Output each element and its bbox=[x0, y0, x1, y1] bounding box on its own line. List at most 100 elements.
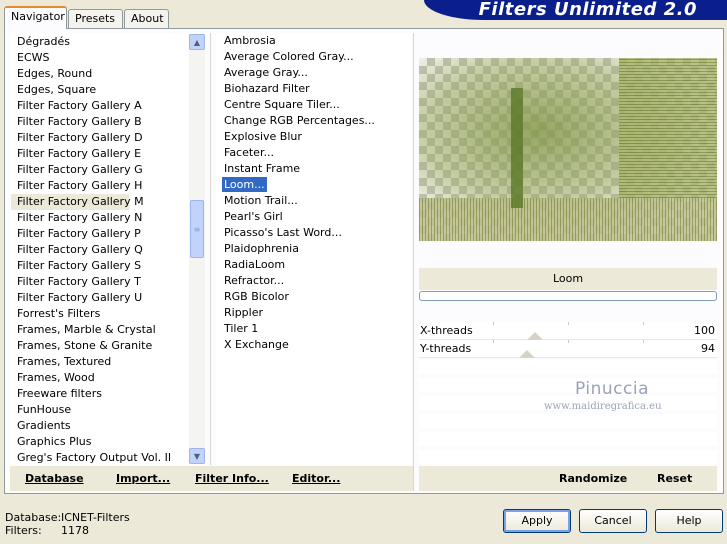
filter-item[interactable]: RGB Bicolor bbox=[216, 289, 412, 305]
slider-tick bbox=[643, 322, 644, 325]
category-item[interactable]: Frames, Marble & Crystal bbox=[11, 322, 204, 338]
slider-thumb-icon[interactable] bbox=[527, 332, 543, 340]
cancel-button[interactable]: Cancel bbox=[579, 509, 647, 533]
filter-item[interactable]: Biohazard Filter bbox=[216, 81, 412, 97]
editor-button[interactable]: Editor... bbox=[292, 472, 340, 485]
filter-item[interactable]: Explosive Blur bbox=[216, 129, 412, 145]
filter-item-label: Motion Trail... bbox=[224, 194, 298, 207]
category-item[interactable]: Gradients bbox=[11, 418, 204, 434]
filter-item-label: Faceter... bbox=[224, 146, 274, 159]
category-list[interactable]: Dégradés ECWS Edges, Round Edges, Square Fil… bbox=[10, 33, 205, 465]
category-item[interactable]: Filter Factory Gallery T bbox=[11, 274, 204, 290]
category-item[interactable]: Graphics Plus bbox=[11, 434, 204, 450]
tab-presets[interactable]: Presets bbox=[68, 9, 123, 28]
watermark-name: Pinuccia bbox=[575, 379, 649, 399]
tab-navigator[interactable]: Navigator bbox=[4, 6, 67, 29]
filter-item-label: X Exchange bbox=[224, 338, 289, 351]
category-item[interactable]: Edges, Round bbox=[11, 66, 204, 82]
filter-item[interactable]: Faceter... bbox=[216, 145, 412, 161]
filter-item[interactable]: Tiler 1 bbox=[216, 321, 412, 337]
category-item[interactable]: Filter Factory Gallery D bbox=[11, 130, 204, 146]
category-item[interactable]: Frames, Textured bbox=[11, 354, 204, 370]
filter-item[interactable]: Average Colored Gray... bbox=[216, 49, 412, 65]
database-label: Database: bbox=[5, 511, 62, 524]
slider-tick bbox=[643, 340, 644, 343]
filter-item[interactable]: Centre Square Tiler... bbox=[216, 97, 412, 113]
filter-item-label: Biohazard Filter bbox=[224, 82, 310, 95]
category-item[interactable]: Greg's Factory Output Vol. II bbox=[11, 450, 204, 464]
slider-thumb-icon[interactable] bbox=[519, 350, 535, 358]
category-item[interactable]: Filter Factory Gallery P bbox=[11, 226, 204, 242]
scroll-down-arrow-icon[interactable]: ▼ bbox=[189, 448, 205, 464]
filter-item[interactable]: RadiaLoom bbox=[216, 257, 412, 273]
filter-item[interactable]: Change RGB Percentages... bbox=[216, 113, 412, 129]
scroll-thumb[interactable]: ≡ bbox=[190, 200, 204, 258]
scroll-up-arrow-icon[interactable]: ▲ bbox=[189, 34, 205, 50]
filter-item[interactable]: Pearl's Girl bbox=[216, 209, 412, 225]
randomize-button[interactable]: Randomize bbox=[559, 472, 627, 485]
filter-item-label: Loom... bbox=[222, 177, 267, 192]
category-item[interactable]: Forrest's Filters bbox=[11, 306, 204, 322]
filter-item[interactable]: X Exchange bbox=[216, 337, 412, 353]
reset-button[interactable]: Reset bbox=[657, 472, 692, 485]
filter-item-label: Centre Square Tiler... bbox=[224, 98, 340, 111]
help-button[interactable]: Help bbox=[655, 509, 723, 533]
filter-item-label: RGB Bicolor bbox=[224, 290, 289, 303]
filter-item[interactable]: Plaidophrenia bbox=[216, 241, 412, 257]
preview-texture bbox=[619, 58, 717, 198]
watermark-url: www.maidiregrafica.eu bbox=[544, 401, 662, 412]
status-info: Database:ICNET-Filters Filters: 1178 bbox=[5, 511, 130, 537]
category-item[interactable]: Filter Factory Gallery E bbox=[11, 146, 204, 162]
filter-item[interactable]: Motion Trail... bbox=[216, 193, 412, 209]
database-button[interactable]: Database bbox=[25, 472, 84, 485]
param-row-empty bbox=[419, 450, 717, 464]
filters-label: Filters: bbox=[5, 524, 42, 537]
category-item[interactable]: ECWS bbox=[11, 50, 204, 66]
preview-texture bbox=[419, 198, 717, 241]
param-y-threads[interactable]: Y-threads 94 bbox=[419, 340, 717, 358]
filter-item-label: Refractor... bbox=[224, 274, 285, 287]
category-item[interactable]: Frames, Stone & Granite bbox=[11, 338, 204, 354]
filter-item[interactable]: Picasso's Last Word... bbox=[216, 225, 412, 241]
slider-tick bbox=[493, 322, 494, 325]
filter-item-label: Rippler bbox=[224, 306, 264, 319]
category-item[interactable]: Filter Factory Gallery G bbox=[11, 162, 204, 178]
filter-item-label: Average Gray... bbox=[224, 66, 308, 79]
category-item[interactable]: Filter Factory Gallery S bbox=[11, 258, 204, 274]
filter-item[interactable]: Rippler bbox=[216, 305, 412, 321]
category-item[interactable]: Filter Factory Gallery N bbox=[11, 210, 204, 226]
tab-about[interactable]: About bbox=[124, 9, 169, 28]
param-value: 100 bbox=[694, 324, 715, 337]
category-item[interactable]: Filter Factory Gallery H bbox=[11, 178, 204, 194]
preview-toolbar: Randomize Reset bbox=[419, 466, 717, 491]
slider-tick bbox=[568, 322, 569, 325]
selected-filter-name: Loom bbox=[419, 268, 717, 290]
import-button[interactable]: Import... bbox=[116, 472, 170, 485]
filter-info-button[interactable]: Filter Info... bbox=[195, 472, 269, 485]
apply-button[interactable]: Apply bbox=[503, 509, 571, 533]
param-x-threads[interactable]: X-threads 100 bbox=[419, 322, 717, 340]
category-item[interactable]: Edges, Square bbox=[11, 82, 204, 98]
category-scrollbar[interactable]: ▲ ≡ ▼ bbox=[189, 34, 205, 464]
category-item[interactable]: Frames, Wood bbox=[11, 370, 204, 386]
category-item[interactable]: Filter Factory Gallery U bbox=[11, 290, 204, 306]
category-item[interactable]: Freeware filters bbox=[11, 386, 204, 402]
progress-bar bbox=[419, 291, 717, 301]
filter-item[interactable]: Instant Frame bbox=[216, 161, 412, 177]
filter-item[interactable]: Average Gray... bbox=[216, 65, 412, 81]
tab-label: Presets bbox=[75, 12, 116, 25]
filter-item[interactable]: Ambrosia bbox=[216, 33, 412, 49]
filter-list[interactable]: Ambrosia Average Colored Gray... Average G… bbox=[216, 33, 412, 465]
category-item[interactable]: Filter Factory Gallery A bbox=[11, 98, 204, 114]
title-banner: Filters Unlimited 2.0 bbox=[424, 0, 727, 20]
filter-item[interactable]: Loom... bbox=[216, 177, 412, 193]
filter-item-label: Instant Frame bbox=[224, 162, 301, 175]
filter-item[interactable]: Refractor... bbox=[216, 273, 412, 289]
category-item[interactable]: Filter Factory Gallery Q bbox=[11, 242, 204, 258]
category-item[interactable]: FunHouse bbox=[11, 402, 204, 418]
param-label: Y-threads bbox=[420, 342, 472, 355]
category-item[interactable]: Filter Factory Gallery M bbox=[11, 194, 144, 210]
filter-item-label: Plaidophrenia bbox=[224, 242, 299, 255]
category-item[interactable]: Dégradés bbox=[11, 34, 204, 50]
category-item[interactable]: Filter Factory Gallery B bbox=[11, 114, 204, 130]
